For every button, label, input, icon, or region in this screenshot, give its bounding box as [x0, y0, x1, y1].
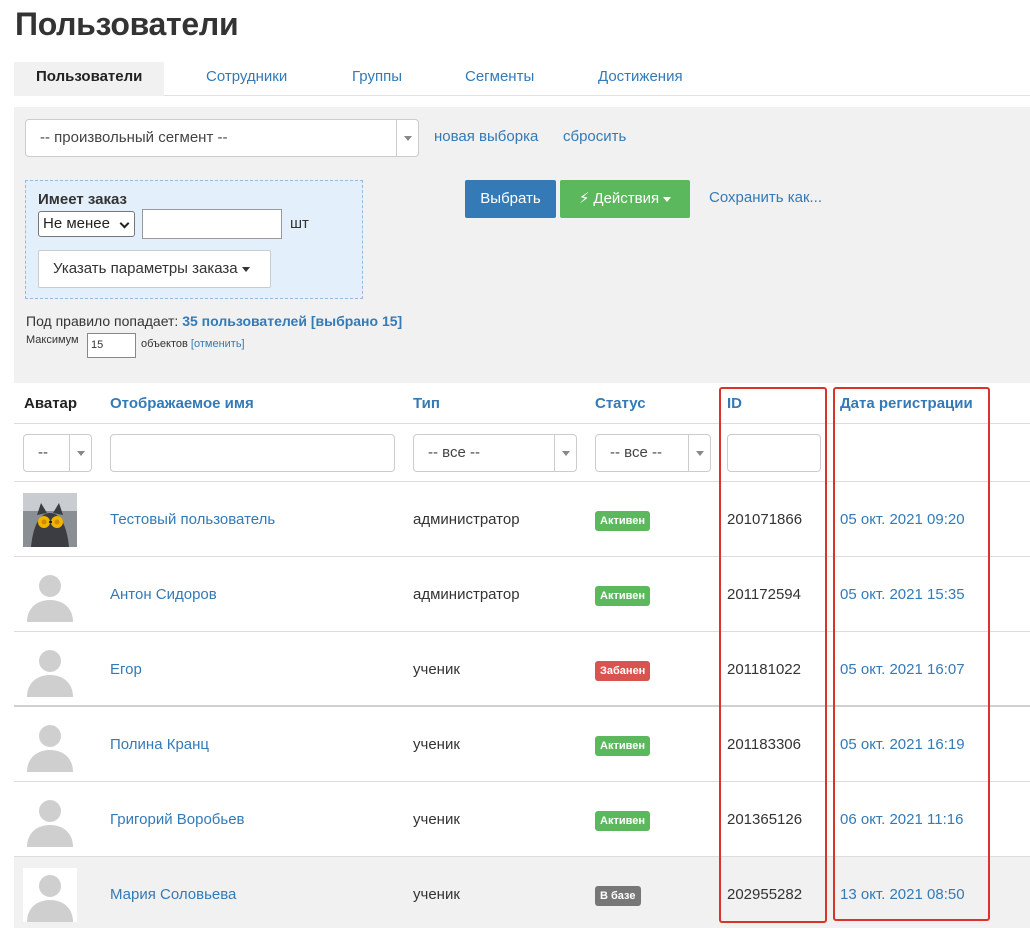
user-id: 202955282	[727, 886, 803, 903]
status-filter-value: -- все --	[610, 444, 662, 461]
registration-date-link[interactable]: 05 окт. 2021 16:19	[840, 707, 965, 782]
rule-summary-count[interactable]: 35 пользователей [выбрано 15]	[182, 313, 402, 329]
segment-select-value: -- произвольный сегмент --	[40, 129, 228, 146]
chevron-down-icon	[69, 435, 91, 471]
avatar[interactable]	[23, 643, 77, 697]
avatar[interactable]	[23, 493, 77, 547]
tab-employees[interactable]: Сотрудники	[206, 62, 287, 96]
objects-label: объектов [отменить]	[141, 338, 245, 350]
chevron-down-icon	[688, 435, 710, 471]
max-label: Максимум	[26, 334, 79, 346]
actions-button-label: Действия	[593, 190, 660, 207]
status-filter-select[interactable]: -- все --	[595, 434, 711, 472]
user-id: 201365126	[727, 811, 803, 828]
name-filter-input[interactable]	[110, 434, 395, 472]
objects-text: объектов	[141, 338, 188, 350]
tabs: Пользователи Сотрудники Группы Сегменты …	[14, 62, 1030, 96]
new-selection-link[interactable]: новая выборка	[434, 128, 538, 145]
tab-segments[interactable]: Сегменты	[465, 62, 534, 96]
cancel-link[interactable]: [отменить]	[191, 338, 245, 350]
table-row: Тестовый пользователь администратор Активе…	[14, 482, 1030, 557]
chevron-down-icon	[119, 218, 130, 229]
caret-down-icon	[663, 196, 672, 202]
user-name-link[interactable]: Егор	[110, 632, 142, 707]
user-name-link[interactable]: Антон Сидоров	[110, 557, 217, 632]
table-row: Григорий Воробьев ученик Активен 201365126 0…	[14, 782, 1030, 857]
user-type: ученик	[413, 736, 460, 753]
avatar-filter-select[interactable]: --	[23, 434, 92, 472]
user-type: ученик	[413, 811, 460, 828]
save-as-link[interactable]: Сохранить как...	[709, 189, 822, 206]
user-name-link[interactable]: Григорий Воробьев	[110, 782, 245, 857]
select-button[interactable]: Выбрать	[465, 180, 556, 218]
avatar[interactable]	[23, 868, 77, 922]
order-params-label: Указать параметры заказа	[53, 260, 238, 277]
order-params-button[interactable]: Указать параметры заказа	[38, 250, 271, 288]
registration-date-link[interactable]: 05 окт. 2021 09:20	[840, 482, 965, 557]
bolt-icon: ⚡︎	[578, 190, 590, 207]
type-filter-value: -- все --	[428, 444, 480, 461]
status-badge: Активен	[595, 586, 650, 606]
avatar[interactable]	[23, 568, 77, 622]
actions-button[interactable]: ⚡︎ Действия	[560, 180, 690, 218]
table-row: Егор ученик Забанен 201181022 05 окт. 2021 1…	[14, 632, 1030, 707]
rule-summary: Под правило попадает: 35 пользователей […	[26, 313, 402, 329]
col-date[interactable]: Дата регистрации	[840, 395, 973, 412]
rule-title: Имеет заказ	[38, 191, 127, 208]
page-title: Пользователи	[15, 6, 239, 42]
col-status[interactable]: Статус	[595, 395, 646, 412]
user-type: ученик	[413, 661, 460, 678]
table-row: Полина Кранц ученик Активен 201183306 05 окт…	[14, 707, 1030, 782]
status-badge: Активен	[595, 736, 650, 756]
user-type: администратор	[413, 511, 520, 528]
rule-box: Имеет заказ Не менее шт Указать параметр…	[25, 180, 363, 299]
table-row: Антон Сидоров администратор Активен 2011725…	[14, 557, 1030, 632]
order-count-input[interactable]	[142, 209, 282, 239]
reset-link[interactable]: сбросить	[563, 128, 626, 145]
avatar[interactable]	[23, 718, 77, 772]
operator-select-value: Не менее	[43, 215, 110, 232]
chevron-down-icon	[554, 435, 576, 471]
registration-date-link[interactable]: 05 окт. 2021 16:07	[840, 632, 965, 707]
caret-down-icon	[241, 266, 250, 272]
user-id: 201181022	[727, 661, 801, 678]
col-id[interactable]: ID	[727, 395, 742, 412]
registration-date-link[interactable]: 05 окт. 2021 15:35	[840, 557, 965, 632]
user-type: ученик	[413, 886, 460, 903]
avatar-filter-value: --	[38, 444, 48, 461]
tab-groups[interactable]: Группы	[352, 62, 402, 96]
unit-label: шт	[290, 215, 309, 232]
operator-select[interactable]: Не менее	[38, 211, 135, 237]
col-name[interactable]: Отображаемое имя	[110, 395, 254, 412]
type-filter-select[interactable]: -- все --	[413, 434, 577, 472]
chevron-down-icon	[396, 120, 418, 156]
status-badge: Активен	[595, 811, 650, 831]
avatar[interactable]	[23, 793, 77, 847]
user-id: 201172594	[727, 586, 801, 603]
col-type[interactable]: Тип	[413, 395, 440, 412]
registration-date-link[interactable]: 13 окт. 2021 08:50	[840, 857, 965, 928]
status-badge: Активен	[595, 511, 650, 531]
filter-row: -- -- все -- -- все --	[14, 424, 1030, 482]
table-row: Мария Соловьева ученик В базе 202955282 13 о…	[14, 857, 1030, 928]
tab-achievements[interactable]: Достижения	[598, 62, 683, 96]
user-type: администратор	[413, 586, 520, 603]
user-name-link[interactable]: Мария Соловьева	[110, 857, 236, 928]
tab-users[interactable]: Пользователи	[14, 62, 165, 96]
registration-date-link[interactable]: 06 окт. 2021 11:16	[840, 782, 963, 857]
user-name-link[interactable]: Тестовый пользователь	[110, 482, 275, 557]
user-id: 201183306	[727, 736, 801, 753]
segment-select[interactable]: -- произвольный сегмент --	[25, 119, 419, 157]
filter-panel: -- произвольный сегмент -- новая выборка…	[14, 107, 1030, 383]
table-header: Аватар Отображаемое имя Тип Статус ID Да…	[14, 383, 1030, 424]
col-avatar: Аватар	[24, 395, 78, 412]
status-badge: В базе	[595, 886, 641, 906]
rule-summary-prefix: Под правило попадает:	[26, 313, 179, 329]
id-filter-input[interactable]	[727, 434, 821, 472]
max-input[interactable]: 15	[87, 333, 136, 358]
status-badge: Забанен	[595, 661, 651, 681]
user-name-link[interactable]: Полина Кранц	[110, 707, 209, 782]
user-id: 201071866	[727, 511, 803, 528]
